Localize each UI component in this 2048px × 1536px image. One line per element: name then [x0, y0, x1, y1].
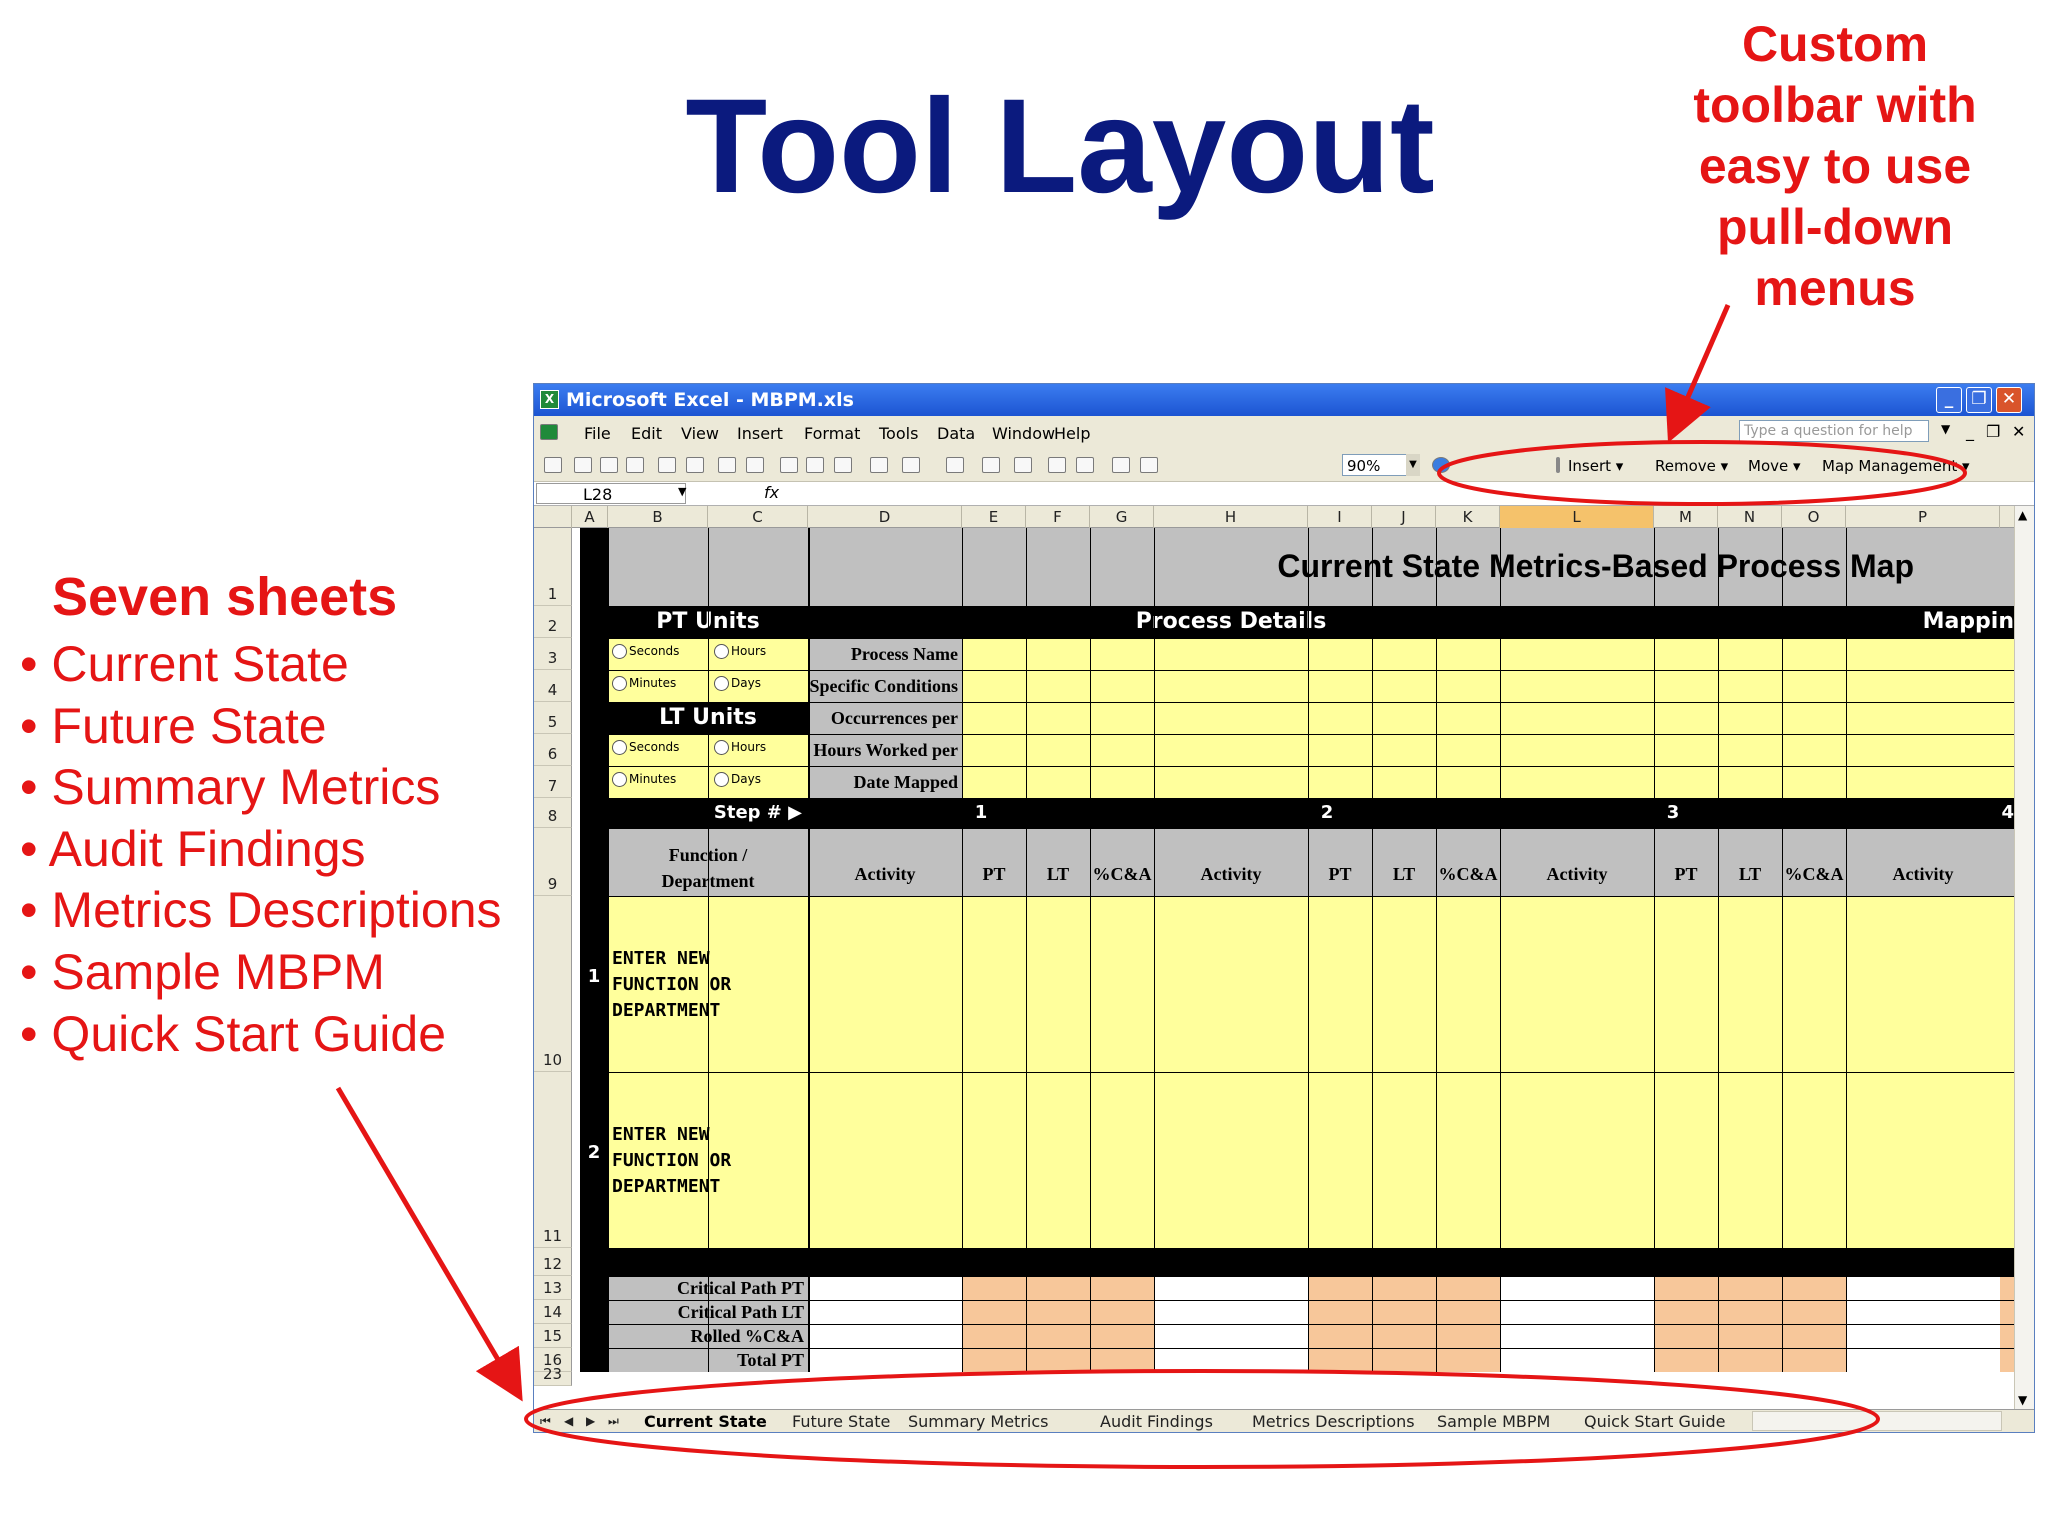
toolbar-arrow — [1665, 304, 1731, 443]
annotation-overlay — [335, 304, 1967, 1469]
tabs-arrow — [335, 1086, 523, 1402]
tabs-highlight-ellipse — [524, 1369, 1880, 1469]
toolbar-highlight-ellipse — [1437, 440, 1967, 506]
